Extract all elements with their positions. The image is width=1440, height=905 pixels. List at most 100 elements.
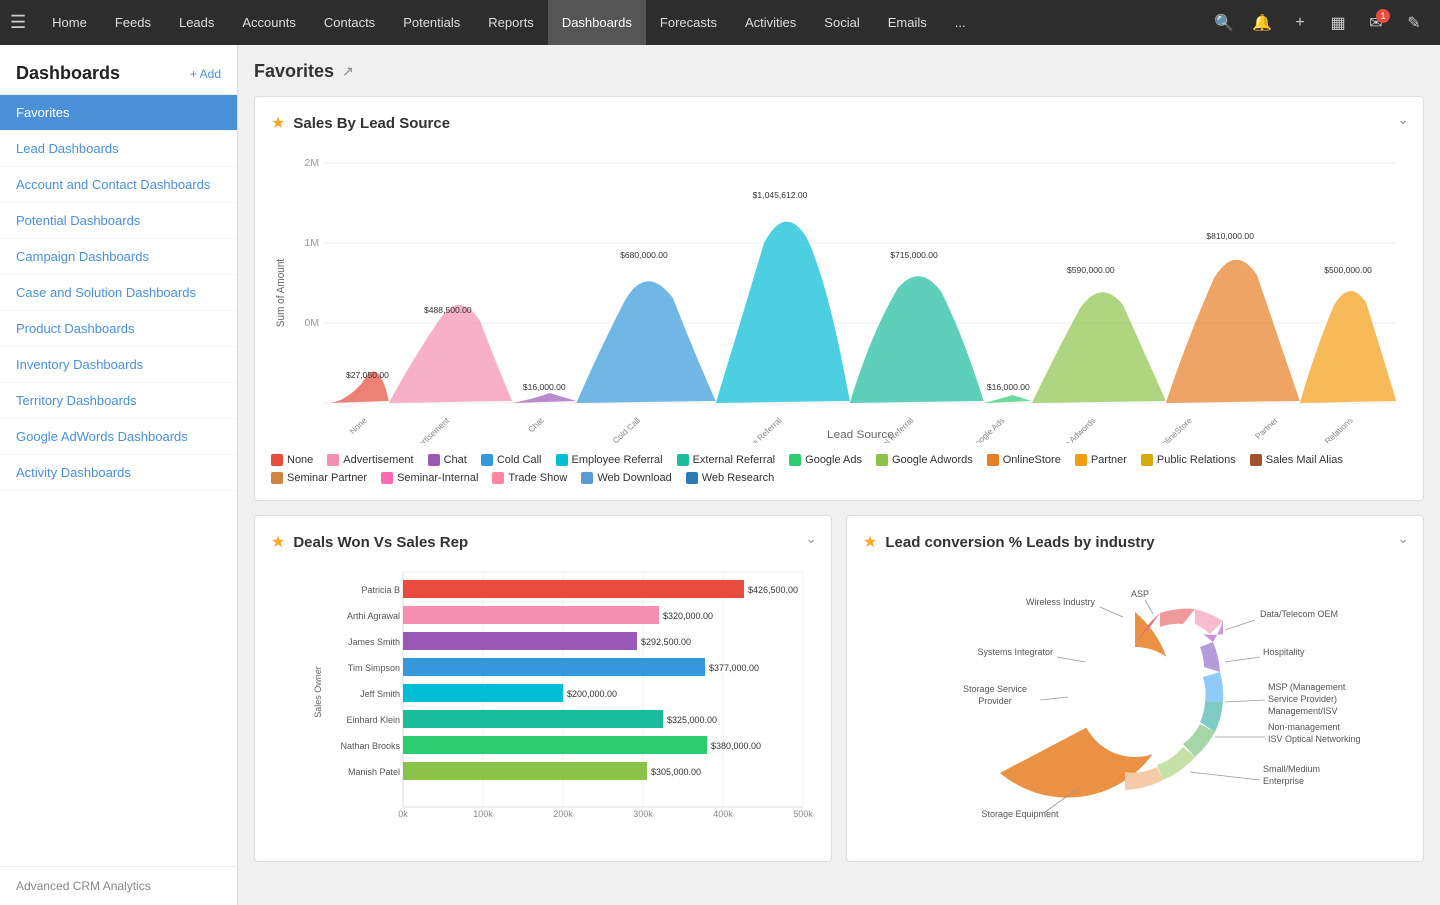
add-icon-btn[interactable]: +	[1284, 7, 1316, 39]
svg-text:ASP: ASP	[1131, 589, 1149, 599]
search-icon-btn[interactable]: 🔍	[1208, 7, 1240, 39]
main-content: Favorites ↗ ★ Sales By Lead Source ⌄	[238, 45, 1440, 905]
legend-item: None	[271, 454, 313, 466]
svg-text:$488,500.00: $488,500.00	[424, 305, 472, 315]
sidebar: Dashboards + Add FavoritesLead Dashboard…	[0, 45, 238, 905]
sidebar-item-2[interactable]: Account and Contact Dashboards	[0, 167, 237, 203]
nav-leads[interactable]: Leads	[165, 0, 228, 45]
sidebar-item-7[interactable]: Inventory Dashboards	[0, 347, 237, 383]
svg-text:$320,000.00: $320,000.00	[663, 611, 713, 621]
svg-text:0k: 0k	[398, 809, 408, 819]
svg-text:Data/Telecom OEM: Data/Telecom OEM	[1260, 609, 1338, 619]
collapse-icon-3[interactable]: ⌄	[1397, 530, 1409, 547]
screen-icon-btn[interactable]: ▦	[1322, 7, 1354, 39]
nav-dashboards[interactable]: Dashboards	[548, 0, 646, 45]
svg-text:Advertisement: Advertisement	[405, 415, 452, 443]
nav-emails[interactable]: Emails	[874, 0, 941, 45]
svg-text:$680,000.00: $680,000.00	[620, 250, 668, 260]
nav-social[interactable]: Social	[810, 0, 873, 45]
sidebar-item-10[interactable]: Activity Dashboards	[0, 455, 237, 491]
legend-item: OnlineStore	[987, 454, 1061, 466]
legend-item: Seminar-Internal	[381, 472, 478, 484]
svg-text:None: None	[347, 415, 369, 436]
sales-chart-title: Sales By Lead Source	[293, 115, 450, 132]
nav-feeds[interactable]: Feeds	[101, 0, 165, 45]
sidebar-item-1[interactable]: Lead Dashboards	[0, 131, 237, 167]
svg-text:Google Ads: Google Ads	[968, 416, 1007, 443]
svg-text:Storage Service: Storage Service	[963, 684, 1027, 694]
notifications-icon-btn[interactable]: 🔔	[1246, 7, 1278, 39]
lead-conversion-card: ★ Lead conversion % Leads by industry ⌄	[846, 515, 1424, 862]
menu-icon[interactable]: ☰	[10, 12, 26, 33]
svg-text:Partner: Partner	[1253, 415, 1280, 441]
svg-text:Google Adwords: Google Adwords	[1046, 416, 1098, 443]
lead-chart-header: ★ Lead conversion % Leads by industry	[863, 532, 1407, 552]
add-dashboard-button[interactable]: + Add	[190, 67, 221, 81]
nav-activities[interactable]: Activities	[731, 0, 810, 45]
svg-text:Tim Simpson: Tim Simpson	[348, 663, 400, 673]
nav-more[interactable]: ...	[941, 0, 980, 45]
svg-text:400k: 400k	[713, 809, 733, 819]
sales-chart-area: 2M 1M 0M Sum of Amount Lead Source $27,0…	[271, 143, 1407, 446]
mail-icon-btn[interactable]: ✉ 1	[1360, 7, 1392, 39]
sidebar-title: Dashboards	[16, 63, 120, 84]
deals-won-card: ★ Deals Won Vs Sales Rep ⌄ Sales Owner	[254, 515, 832, 862]
svg-text:Hospitality: Hospitality	[1263, 647, 1305, 657]
collapse-icon-2[interactable]: ⌄	[805, 530, 817, 547]
settings-icon-btn[interactable]: ✎	[1398, 7, 1430, 39]
page-header: Favorites ↗	[254, 61, 1424, 82]
sidebar-item-0[interactable]: Favorites	[0, 95, 237, 131]
svg-text:Service Provider): Service Provider)	[1268, 694, 1337, 704]
svg-text:0M: 0M	[304, 318, 319, 329]
svg-text:$377,000.00: $377,000.00	[709, 663, 759, 673]
sales-chart-legend: NoneAdvertisementChatCold CallEmployee R…	[271, 454, 1407, 484]
legend-item: Employee Referral	[556, 454, 663, 466]
sales-chart-header: ★ Sales By Lead Source	[271, 113, 1407, 133]
sidebar-item-5[interactable]: Case and Solution Dashboards	[0, 275, 237, 311]
legend-item: Chat	[428, 454, 467, 466]
svg-text:$325,000.00: $325,000.00	[667, 715, 717, 725]
svg-text:$715,000.00: $715,000.00	[890, 250, 938, 260]
svg-text:Employee Referral: Employee Referral	[726, 415, 784, 443]
svg-text:500k: 500k	[793, 809, 813, 819]
nav-reports[interactable]: Reports	[474, 0, 548, 45]
sidebar-item-9[interactable]: Google AdWords Dashboards	[0, 419, 237, 455]
nav-contacts[interactable]: Contacts	[310, 0, 389, 45]
collapse-icon[interactable]: ⌄	[1397, 111, 1409, 128]
sidebar-item-3[interactable]: Potential Dashboards	[0, 203, 237, 239]
legend-item: Web Research	[686, 472, 775, 484]
legend-item: Trade Show	[492, 472, 567, 484]
nav-potentials[interactable]: Potentials	[389, 0, 474, 45]
svg-text:Arthi Agrawal: Arthi Agrawal	[347, 611, 400, 621]
svg-text:MSP (Management: MSP (Management	[1268, 682, 1346, 692]
svg-text:100k: 100k	[473, 809, 493, 819]
svg-text:OnlineStore: OnlineStore	[1155, 415, 1195, 443]
mail-badge: 1	[1376, 9, 1390, 23]
deals-chart-header: ★ Deals Won Vs Sales Rep	[271, 532, 815, 552]
nav-forecasts[interactable]: Forecasts	[646, 0, 731, 45]
nav-home[interactable]: Home	[38, 0, 101, 45]
svg-text:Nathan Brooks: Nathan Brooks	[340, 741, 400, 751]
sidebar-item-6[interactable]: Product Dashboards	[0, 311, 237, 347]
svg-text:$590,000.00: $590,000.00	[1067, 265, 1115, 275]
star-icon-3: ★	[863, 532, 877, 552]
deals-chart-area: Sales Owner 0k 100k 2	[271, 562, 815, 825]
external-link-icon[interactable]: ↗	[342, 63, 354, 80]
legend-item: Google Ads	[789, 454, 862, 466]
svg-text:2M: 2M	[304, 158, 319, 169]
svg-text:$1,045,612.00: $1,045,612.00	[753, 190, 808, 200]
svg-text:Einhard Klein: Einhard Klein	[346, 715, 400, 725]
svg-text:$500,000.00: $500,000.00	[1324, 265, 1372, 275]
nav-accounts[interactable]: Accounts	[228, 0, 309, 45]
sidebar-item-8[interactable]: Territory Dashboards	[0, 383, 237, 419]
bottom-charts: ★ Deals Won Vs Sales Rep ⌄ Sales Owner	[254, 515, 1424, 876]
svg-text:$380,000.00: $380,000.00	[711, 741, 761, 751]
svg-text:Sum of Amount: Sum of Amount	[276, 259, 287, 327]
sidebar-header: Dashboards + Add	[0, 45, 237, 95]
star-icon-2: ★	[271, 532, 285, 552]
svg-text:$16,000.00: $16,000.00	[523, 382, 566, 392]
legend-item: Web Download	[581, 472, 671, 484]
svg-text:$27,050.00: $27,050.00	[346, 370, 389, 380]
deals-chart-title: Deals Won Vs Sales Rep	[293, 534, 468, 551]
sidebar-item-4[interactable]: Campaign Dashboards	[0, 239, 237, 275]
